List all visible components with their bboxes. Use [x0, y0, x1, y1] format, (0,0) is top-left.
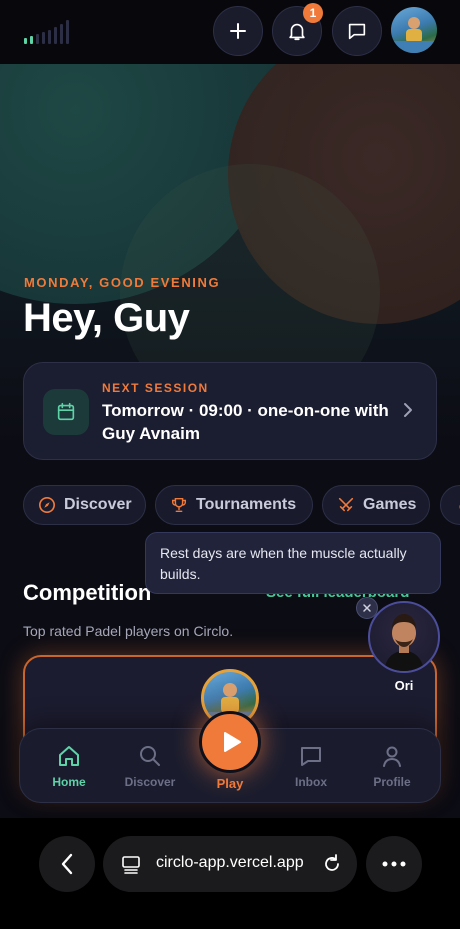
plus-icon — [230, 23, 246, 39]
search-icon — [140, 746, 160, 766]
chip-discover-label: Discover — [64, 496, 132, 513]
browser-toolbar: circlo-app.vercel.app — [0, 818, 460, 929]
close-coach-button[interactable] — [356, 597, 378, 619]
chevron-left-icon — [61, 853, 73, 875]
browser-address-bar[interactable]: circlo-app.vercel.app — [103, 836, 357, 892]
browser-url: circlo-app.vercel.app — [156, 854, 304, 871]
page-menu-icon — [122, 856, 140, 874]
nav-inbox[interactable]: Inbox — [271, 729, 351, 804]
competition-title: Competition — [23, 580, 152, 605]
calendar-icon — [43, 389, 89, 435]
messages-button[interactable] — [332, 6, 382, 56]
nav-discover[interactable]: Discover — [110, 729, 190, 804]
nav-inbox-label: Inbox — [295, 775, 327, 789]
nav-home[interactable]: Home — [29, 729, 109, 804]
browser-back-button[interactable] — [39, 836, 95, 892]
reload-icon[interactable] — [321, 853, 343, 875]
quick-links: Discover Tournaments Games — [23, 485, 460, 525]
chip-more[interactable] — [440, 485, 460, 525]
play-icon — [224, 732, 241, 752]
chip-games[interactable]: Games — [322, 485, 430, 525]
home-icon — [59, 746, 79, 766]
chip-tournaments-label: Tournaments — [196, 496, 297, 513]
trophy-icon — [171, 497, 187, 513]
more-icon — [382, 861, 406, 867]
next-session-card[interactable]: NEXT SESSION Tomorrow · 09:00 · one-on-o… — [23, 362, 437, 460]
greeting-title: Hey, Guy — [23, 296, 190, 340]
greeting-subtitle: MONDAY, GOOD EVENING — [24, 275, 221, 290]
nav-profile-label: Profile — [373, 775, 411, 789]
user-avatar[interactable] — [391, 7, 437, 53]
coach-avatar[interactable] — [368, 601, 440, 673]
coach-name: Ori — [394, 678, 414, 693]
top-bar: 1 — [0, 0, 460, 64]
chat-icon — [348, 23, 366, 40]
add-button[interactable] — [213, 6, 263, 56]
notifications-button[interactable]: 1 — [272, 3, 323, 56]
flame-icon — [459, 504, 460, 509]
bell-icon — [289, 23, 305, 41]
compass-icon — [38, 496, 56, 514]
nav-discover-label: Discover — [124, 775, 176, 789]
signal-bars-icon — [24, 20, 69, 44]
play-button[interactable] — [199, 711, 261, 773]
coach-tip-bubble: Rest days are when the muscle actually b… — [145, 532, 441, 594]
next-session-details: Tomorrow · 09:00 · one-on-one with Guy A… — [102, 401, 389, 443]
app-screen: 1 MONDAY, GOOD EVENING Hey, Guy NEXT SES… — [0, 0, 460, 818]
chip-tournaments[interactable]: Tournaments — [155, 485, 313, 525]
chip-games-label: Games — [363, 496, 417, 513]
chevron-right-icon — [404, 403, 412, 417]
nav-profile[interactable]: Profile — [352, 729, 432, 804]
nav-play-label: Play — [216, 776, 244, 791]
chip-discover[interactable]: Discover — [23, 485, 146, 525]
close-icon — [363, 604, 371, 612]
profile-icon — [383, 746, 401, 767]
nav-home-label: Home — [52, 775, 86, 789]
next-session-label: NEXT SESSION — [102, 381, 209, 395]
notification-count-badge: 1 — [303, 3, 323, 23]
crossed-swords-icon — [338, 497, 354, 512]
browser-more-button[interactable] — [366, 836, 422, 892]
inbox-icon — [301, 747, 321, 766]
competition-subtitle: Top rated Padel players on Circlo. — [23, 623, 234, 639]
